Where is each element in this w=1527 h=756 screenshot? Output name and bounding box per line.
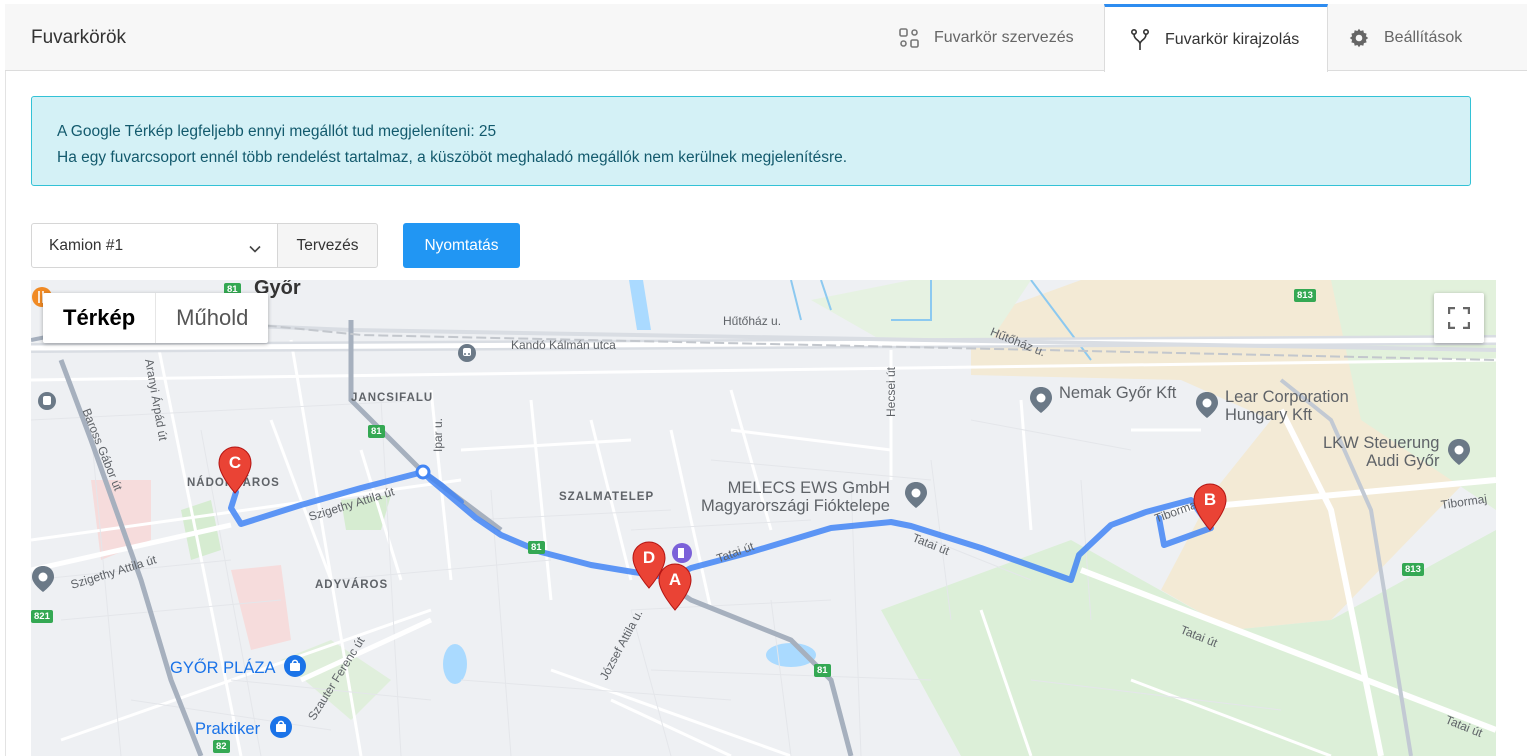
vehicle-select-value: Kamion #1 [49, 237, 124, 254]
vehicle-select[interactable]: Kamion #1 [31, 223, 278, 268]
poi-lear[interactable]: Lear Corporation Hungary Kft [1195, 388, 1349, 424]
route-map[interactable]: Győr JANCSIFALU NÁDORVÁROS SZALMATELEP A… [31, 280, 1496, 756]
street-label: Ipar u. [431, 417, 445, 452]
road-shield: 81 [814, 664, 831, 677]
poi-gyor-plaza[interactable]: GYŐR PLÁZA [170, 654, 307, 678]
route-grid-icon [898, 27, 920, 49]
road-shield: 81 [528, 541, 545, 554]
place-pin-icon [905, 482, 927, 508]
street-label: Kandó Kálmán utca [511, 338, 616, 352]
info-alert: A Google Térkép legfeljebb ennyi megálló… [31, 96, 1471, 186]
fullscreen-button[interactable] [1434, 293, 1484, 343]
route-marker-c[interactable]: C [218, 446, 252, 494]
tab-route-organize[interactable]: Fuvarkör szervezés [898, 4, 1074, 71]
place-pin-icon [1030, 387, 1052, 413]
road-shield: 821 [31, 610, 53, 623]
road-shield: 813 [1402, 563, 1424, 576]
street-label: Hűtőház u. [723, 314, 782, 328]
alert-line-1: A Google Térkép legfeljebb ennyi megálló… [57, 123, 497, 140]
tab-route-draw[interactable]: Fuvarkör kirajzolás [1104, 4, 1328, 72]
route-marker-d[interactable]: D [632, 541, 666, 589]
fork-route-icon [1129, 28, 1151, 51]
route-marker-b[interactable]: B [1193, 483, 1227, 531]
street-label: Hecsei út [884, 366, 898, 417]
shopping-bag-icon [284, 655, 307, 677]
print-button[interactable]: Nyomtatás [403, 223, 520, 268]
poi-praktiker[interactable]: Praktiker [195, 715, 293, 739]
poi-lkw[interactable]: LKW Steuerung Audi Győr [1323, 434, 1470, 470]
alert-line-2: Ha egy fuvarcsoport ennél több rendelést… [57, 149, 848, 166]
map-type-satellite[interactable]: Műhold [156, 293, 268, 343]
place-pin-icon [1448, 439, 1470, 465]
chevron-down-icon [249, 240, 261, 258]
tab-settings[interactable]: Beállítások [1348, 4, 1462, 71]
tab-label: Beállítások [1384, 28, 1463, 46]
area-label: JANCSIFALU [351, 392, 434, 404]
train-station-icon [457, 343, 477, 368]
page-title: Fuvarkörök [31, 27, 127, 48]
poi-melecs[interactable]: MELECS EWS GmbH Magyarországi Fióktelepe [701, 479, 927, 515]
bus-station-icon [37, 391, 57, 416]
fullscreen-icon [1448, 307, 1470, 329]
area-label: SZALMATELEP [559, 491, 655, 503]
plan-button[interactable]: Tervezés [277, 223, 378, 268]
area-label: ADYVÁROS [315, 579, 389, 591]
poi-nemak[interactable]: Nemak Győr Kft [1029, 384, 1176, 413]
road-shield: 813 [1294, 289, 1316, 302]
place-pin-icon [31, 565, 55, 598]
road-shield: 82 [213, 740, 230, 753]
map-type-map[interactable]: Térkép [43, 293, 157, 343]
card-header: Fuvarkörök Fuvarkör szervezés Fuvarkör k… [5, 4, 1527, 72]
tab-label: Fuvarkör szervezés [934, 28, 1074, 46]
shopping-bag-icon [269, 716, 292, 738]
tab-label: Fuvarkör kirajzolás [1165, 30, 1300, 48]
place-pin-icon [1196, 392, 1218, 418]
map-base-layer [31, 280, 1496, 756]
map-type-control: Térkép Műhold [43, 293, 269, 343]
gear-icon [1348, 27, 1370, 49]
road-shield: 81 [368, 425, 385, 438]
